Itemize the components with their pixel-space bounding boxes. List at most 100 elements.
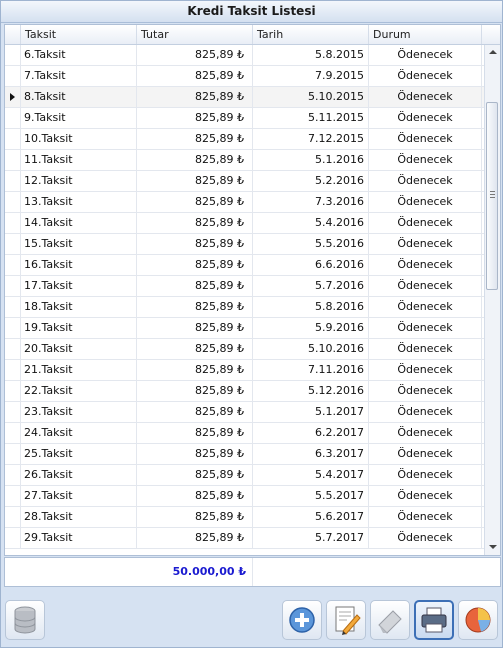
cell-taksit[interactable]: 19.Taksit (21, 318, 137, 338)
cell-tutar[interactable]: 825,89 ₺ (137, 423, 253, 443)
print-button[interactable] (414, 600, 454, 640)
cell-tarih[interactable]: 5.6.2017 (253, 507, 369, 527)
cell-tutar[interactable]: 825,89 ₺ (137, 171, 253, 191)
cell-tutar[interactable]: 825,89 ₺ (137, 150, 253, 170)
row-indicator[interactable] (5, 276, 21, 296)
column-header-durum[interactable]: Durum (369, 25, 482, 44)
cell-taksit[interactable]: 27.Taksit (21, 486, 137, 506)
table-row[interactable]: 13.Taksit 825,89 ₺ 7.3.2016 Ödenecek (5, 192, 484, 213)
table-row[interactable]: 10.Taksit 825,89 ₺ 7.12.2015 Ödenecek (5, 129, 484, 150)
row-indicator[interactable] (5, 444, 21, 464)
cell-taksit[interactable]: 14.Taksit (21, 213, 137, 233)
table-row[interactable]: 6.Taksit 825,89 ₺ 5.8.2015 Ödenecek (5, 45, 484, 66)
cell-tarih[interactable]: 5.4.2016 (253, 213, 369, 233)
cell-taksit[interactable]: 6.Taksit (21, 45, 137, 65)
cell-taksit[interactable]: 17.Taksit (21, 276, 137, 296)
cell-tutar[interactable]: 825,89 ₺ (137, 255, 253, 275)
add-button[interactable] (282, 600, 322, 640)
row-indicator[interactable] (5, 381, 21, 401)
cell-durum[interactable]: Ödenecek (369, 381, 482, 401)
table-row[interactable]: 26.Taksit 825,89 ₺ 5.4.2017 Ödenecek (5, 465, 484, 486)
cell-durum[interactable]: Ödenecek (369, 192, 482, 212)
cell-tutar[interactable]: 825,89 ₺ (137, 234, 253, 254)
cell-tutar[interactable]: 825,89 ₺ (137, 465, 253, 485)
cell-tarih[interactable]: 5.5.2016 (253, 234, 369, 254)
table-row[interactable]: 25.Taksit 825,89 ₺ 6.3.2017 Ödenecek (5, 444, 484, 465)
cell-tutar[interactable]: 825,89 ₺ (137, 360, 253, 380)
cell-taksit[interactable]: 22.Taksit (21, 381, 137, 401)
cell-tarih[interactable]: 5.2.2016 (253, 171, 369, 191)
database-button[interactable] (5, 600, 45, 640)
cell-tutar[interactable]: 825,89 ₺ (137, 192, 253, 212)
cell-tarih[interactable]: 7.12.2015 (253, 129, 369, 149)
cell-durum[interactable]: Ödenecek (369, 528, 482, 548)
row-indicator[interactable] (5, 171, 21, 191)
cell-tarih[interactable]: 5.7.2017 (253, 528, 369, 548)
table-row[interactable]: 12.Taksit 825,89 ₺ 5.2.2016 Ödenecek (5, 171, 484, 192)
row-indicator[interactable] (5, 318, 21, 338)
row-indicator[interactable] (5, 255, 21, 275)
cell-tarih[interactable]: 7.3.2016 (253, 192, 369, 212)
cell-tarih[interactable]: 5.7.2016 (253, 276, 369, 296)
scroll-up-button[interactable] (485, 45, 500, 60)
cell-tutar[interactable]: 825,89 ₺ (137, 66, 253, 86)
cell-taksit[interactable]: 10.Taksit (21, 129, 137, 149)
cell-durum[interactable]: Ödenecek (369, 255, 482, 275)
cell-tutar[interactable]: 825,89 ₺ (137, 213, 253, 233)
cell-tarih[interactable]: 7.9.2015 (253, 66, 369, 86)
edit-button[interactable] (326, 600, 366, 640)
vertical-scrollbar[interactable] (484, 45, 500, 555)
cell-tarih[interactable]: 5.11.2015 (253, 108, 369, 128)
cell-tarih[interactable]: 5.4.2017 (253, 465, 369, 485)
cell-tarih[interactable]: 5.10.2016 (253, 339, 369, 359)
table-row[interactable]: 11.Taksit 825,89 ₺ 5.1.2016 Ödenecek (5, 150, 484, 171)
table-row[interactable]: 17.Taksit 825,89 ₺ 5.7.2016 Ödenecek (5, 276, 484, 297)
cell-tutar[interactable]: 825,89 ₺ (137, 507, 253, 527)
cell-durum[interactable]: Ödenecek (369, 402, 482, 422)
scroll-thumb[interactable] (486, 102, 498, 290)
cell-taksit[interactable]: 9.Taksit (21, 108, 137, 128)
row-indicator[interactable] (5, 360, 21, 380)
table-row[interactable]: 19.Taksit 825,89 ₺ 5.9.2016 Ödenecek (5, 318, 484, 339)
cell-durum[interactable]: Ödenecek (369, 87, 482, 107)
cell-tarih[interactable]: 5.9.2016 (253, 318, 369, 338)
cell-durum[interactable]: Ödenecek (369, 339, 482, 359)
row-indicator[interactable] (5, 402, 21, 422)
column-header-taksit[interactable]: Taksit (21, 25, 137, 44)
report-button[interactable] (458, 600, 498, 640)
row-indicator[interactable] (5, 528, 21, 548)
cell-durum[interactable]: Ödenecek (369, 297, 482, 317)
cell-taksit[interactable]: 11.Taksit (21, 150, 137, 170)
cell-tarih[interactable]: 5.1.2017 (253, 402, 369, 422)
cell-tarih[interactable]: 5.8.2016 (253, 297, 369, 317)
cell-durum[interactable]: Ödenecek (369, 360, 482, 380)
column-header-tarih[interactable]: Tarih (253, 25, 369, 44)
cell-tarih[interactable]: 6.2.2017 (253, 423, 369, 443)
cell-durum[interactable]: Ödenecek (369, 486, 482, 506)
cell-durum[interactable]: Ödenecek (369, 171, 482, 191)
cell-taksit[interactable]: 26.Taksit (21, 465, 137, 485)
cell-tarih[interactable]: 5.10.2015 (253, 87, 369, 107)
cell-taksit[interactable]: 20.Taksit (21, 339, 137, 359)
row-indicator[interactable] (5, 108, 21, 128)
cell-durum[interactable]: Ödenecek (369, 507, 482, 527)
row-indicator[interactable] (5, 507, 21, 527)
cell-tarih[interactable]: 5.12.2016 (253, 381, 369, 401)
cell-taksit[interactable]: 24.Taksit (21, 423, 137, 443)
cell-durum[interactable]: Ödenecek (369, 318, 482, 338)
table-row[interactable]: 15.Taksit 825,89 ₺ 5.5.2016 Ödenecek (5, 234, 484, 255)
cell-tutar[interactable]: 825,89 ₺ (137, 45, 253, 65)
cell-durum[interactable]: Ödenecek (369, 150, 482, 170)
erase-button[interactable] (370, 600, 410, 640)
cell-tutar[interactable]: 825,89 ₺ (137, 297, 253, 317)
cell-durum[interactable]: Ödenecek (369, 423, 482, 443)
table-row[interactable]: 21.Taksit 825,89 ₺ 7.11.2016 Ödenecek (5, 360, 484, 381)
cell-tarih[interactable]: 6.3.2017 (253, 444, 369, 464)
cell-taksit[interactable]: 21.Taksit (21, 360, 137, 380)
cell-tarih[interactable]: 5.8.2015 (253, 45, 369, 65)
table-row[interactable]: 29.Taksit 825,89 ₺ 5.7.2017 Ödenecek (5, 528, 484, 549)
table-row[interactable]: 27.Taksit 825,89 ₺ 5.5.2017 Ödenecek (5, 486, 484, 507)
cell-tutar[interactable]: 825,89 ₺ (137, 87, 253, 107)
row-indicator[interactable] (5, 45, 21, 65)
cell-durum[interactable]: Ödenecek (369, 234, 482, 254)
